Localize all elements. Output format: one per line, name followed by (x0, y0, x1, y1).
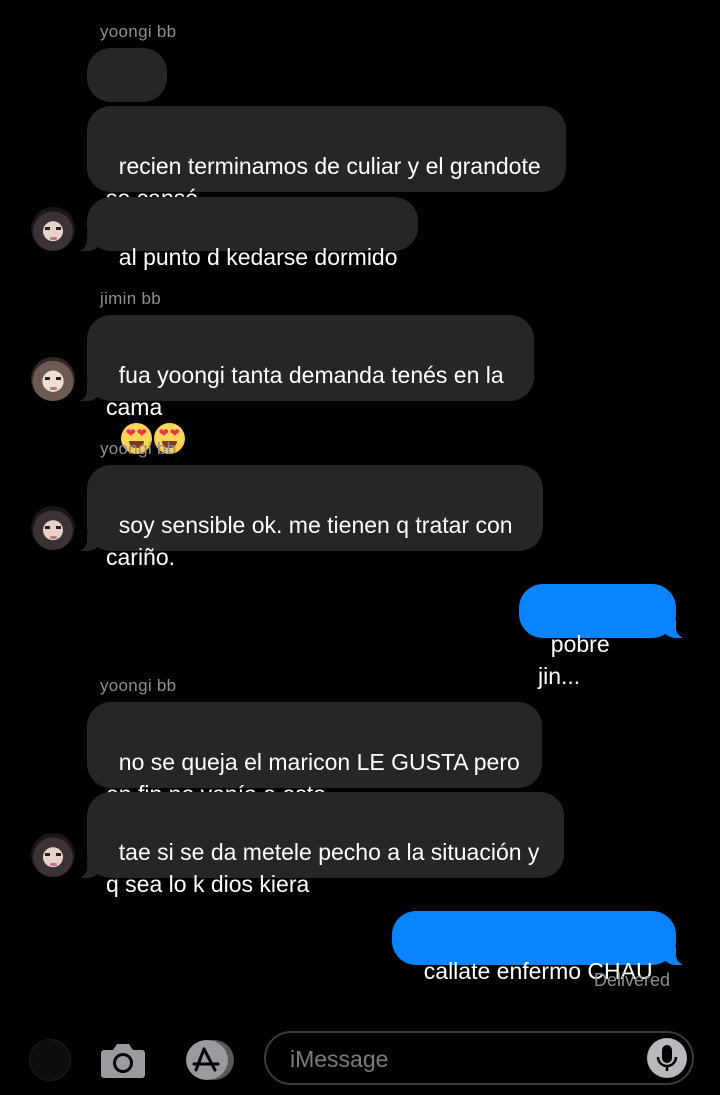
message-text: soy sensible ok. me tienen q tratar con … (106, 512, 513, 570)
avatar-photo-detail (45, 377, 61, 380)
message-text: tae si se da metele pecho a la situación… (106, 839, 540, 897)
message-input[interactable] (288, 1041, 632, 1077)
incoming-message-bubble[interactable]: al punto d kedarse dormido (75, 197, 418, 270)
contact-avatar[interactable] (31, 506, 75, 550)
avatar-photo-detail (45, 526, 61, 529)
outgoing-message-bubble[interactable]: callate enfermo CHAU (392, 911, 688, 984)
incoming-message-bubble[interactable]: fua yoongi tanta demanda tenés en la cam… (75, 315, 534, 454)
sender-name: yoongi bb (100, 676, 177, 695)
incoming-message-bubble[interactable]: seh (87, 48, 167, 153)
microphone-icon[interactable] (647, 1038, 687, 1078)
message-text: al punto d kedarse dormido (118, 244, 398, 270)
incoming-message-bubble[interactable]: no se queja el maricon LE GUSTA pero en … (87, 702, 542, 807)
delivery-status: Delivered (593, 970, 670, 990)
sender-name: yoongi bb (100, 22, 177, 41)
outgoing-message-bubble[interactable]: pobre jin... (519, 584, 688, 689)
plus-circle-icon[interactable] (29, 1039, 71, 1081)
avatar-photo-detail (50, 387, 57, 390)
contact-avatar[interactable] (31, 833, 75, 877)
avatar-photo-detail (50, 237, 57, 240)
sender-name: yoongi bb (100, 439, 177, 458)
avatar-photo-detail (50, 863, 57, 866)
app-store-icon[interactable] (180, 1039, 236, 1081)
message-text: fua yoongi tanta demanda tenés en la cam… (106, 362, 504, 420)
message-text: pobre jin... (538, 631, 616, 689)
contact-avatar[interactable] (31, 207, 75, 251)
incoming-message-bubble[interactable]: soy sensible ok. me tienen q tratar con … (75, 465, 543, 570)
incoming-message-bubble[interactable]: recien terminamos de culiar y el grandot… (87, 106, 566, 211)
camera-icon[interactable] (100, 1040, 146, 1080)
incoming-message-bubble[interactable]: tae si se da metele pecho a la situación… (75, 792, 564, 897)
avatar-photo-detail (45, 853, 61, 856)
sender-name: jimin bb (100, 289, 161, 308)
message-input-field[interactable] (264, 1031, 694, 1085)
avatar-photo-detail (45, 227, 61, 230)
avatar-photo-detail (50, 536, 57, 539)
contact-avatar[interactable] (31, 357, 75, 401)
